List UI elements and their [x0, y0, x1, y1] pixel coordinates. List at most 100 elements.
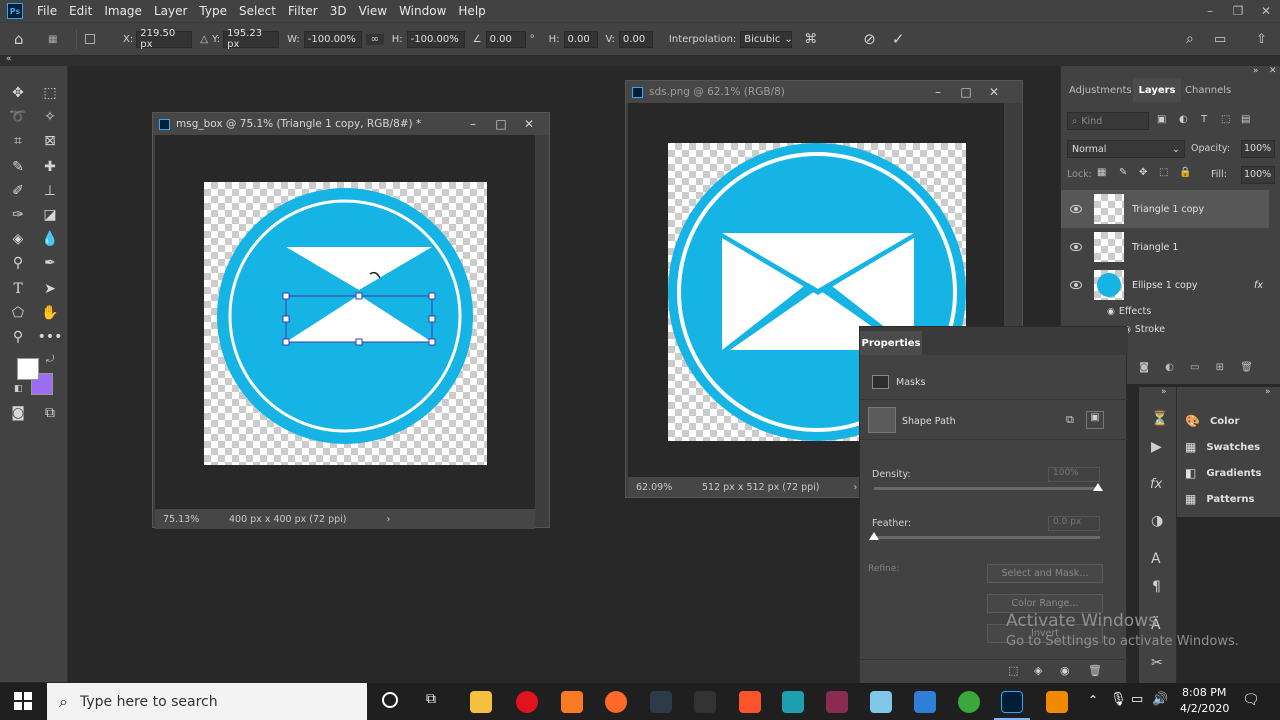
layer-row-triangle-copy[interactable]: Triangle 1 copy [1061, 190, 1269, 228]
new-layer-icon[interactable]: ⊞ [1216, 362, 1224, 373]
hskew-input[interactable]: 0.00 [563, 30, 598, 48]
panel-close-icon[interactable]: ✕ [1269, 66, 1277, 76]
quick-mask-icon[interactable]: ◙ [6, 402, 30, 424]
effects-eye-icon[interactable]: ◉ [1107, 307, 1115, 317]
document-size[interactable]: 400 px x 400 px (72 ppi) [229, 514, 347, 525]
screen-mode-icon[interactable]: ⧉ [38, 402, 62, 424]
menu-type[interactable]: Type [193, 4, 233, 18]
menu-select[interactable]: Select [233, 4, 282, 18]
select-pixel-mask-icon[interactable]: ⧉ [1066, 413, 1074, 427]
pen-tool-icon[interactable]: ✒ [38, 252, 62, 274]
tab-channels[interactable]: Channels [1185, 78, 1231, 102]
properties-title[interactable]: Properties [860, 331, 922, 355]
vskew-input[interactable]: 0.00 [618, 30, 653, 48]
load-selection-icon[interactable]: ⬚ [1008, 664, 1018, 677]
search-icon[interactable]: ⌕ [1186, 31, 1194, 47]
layer-row-triangle[interactable]: Triangle 1 [1061, 228, 1269, 266]
adjust-3d-icon[interactable]: ◑ [1151, 513, 1163, 529]
taskbar-search-box[interactable]: ⌕ Type here to search [47, 683, 367, 720]
opacity-input[interactable]: 100% [1241, 140, 1275, 158]
menu-layer[interactable]: Layer [148, 4, 193, 18]
opera-icon[interactable] [516, 691, 538, 713]
clock-date[interactable]: 4/2/2020 [1180, 702, 1229, 715]
paint-bucket-icon[interactable]: ◈ [6, 228, 30, 250]
add-mask-icon[interactable]: ◙ [1139, 362, 1149, 373]
doc-minimize-icon[interactable]: – [924, 81, 952, 103]
minimize-icon[interactable]: – [1196, 0, 1224, 22]
reference-checkbox[interactable] [85, 34, 95, 44]
cancel-transform-icon[interactable]: ⊘ [863, 30, 876, 48]
actions-play-icon[interactable]: ▶ [1151, 439, 1162, 455]
dodge-tool-icon[interactable]: ⚲ [6, 252, 30, 274]
stroke-row[interactable]: ◉ Stroke [1123, 324, 1165, 335]
app-icon-green[interactable] [958, 691, 980, 713]
firefox-icon[interactable] [605, 691, 627, 713]
layer-name[interactable]: Ellipse 1 copy [1132, 280, 1254, 291]
menu-help[interactable]: Help [452, 4, 491, 18]
menu-window[interactable]: Window [393, 4, 452, 18]
dock-close-icon[interactable]: » [1265, 387, 1271, 397]
tab-adjustments[interactable]: Adjustments [1069, 78, 1132, 102]
vlc-icon[interactable] [1046, 691, 1068, 713]
share-icon[interactable]: ⇧ [1256, 32, 1267, 47]
more-tools-icon[interactable]: ••• [38, 326, 63, 348]
new-adjustment-icon[interactable]: ◐ [1165, 362, 1174, 373]
app-icon-blue[interactable] [914, 691, 936, 713]
speaker-icon[interactable]: 🔊 [1152, 692, 1168, 707]
dock-item-patterns[interactable]: ▦ Patterns [1185, 489, 1255, 509]
commit-transform-icon[interactable]: ✓ [892, 30, 905, 48]
eyedropper-icon[interactable]: ✎ [6, 156, 30, 178]
notifications-icon[interactable]: 🗨 [1242, 692, 1260, 708]
clone-stamp-icon[interactable]: ⊥ [38, 180, 62, 202]
swap-colors-icon[interactable]: ⤾ [46, 354, 54, 365]
filter-pixel-icon[interactable]: ▣ [1157, 114, 1166, 125]
blend-mode-select[interactable]: Normal ⌄ [1067, 140, 1185, 158]
menu-edit[interactable]: Edit [63, 4, 98, 18]
density-slider[interactable] [874, 487, 1100, 490]
file-explorer-icon[interactable] [470, 691, 492, 713]
zoom-level[interactable]: 75.13% [155, 514, 199, 525]
doc-close-icon[interactable]: ✕ [980, 81, 1008, 103]
lock-image-icon[interactable]: ✎ [1119, 167, 1127, 178]
styles-fx-icon[interactable]: fx [1150, 477, 1162, 492]
tools-icon[interactable]: ✂ [1151, 655, 1163, 671]
link-icon[interactable]: ∞ [365, 33, 384, 45]
brush-tool-icon[interactable]: ✐ [6, 180, 30, 202]
crop-tool-icon[interactable]: ⌗ [6, 130, 30, 152]
winrar-icon[interactable] [826, 691, 848, 713]
doc-maximize-icon[interactable]: □ [487, 113, 515, 135]
visibility-eye-icon[interactable] [1070, 243, 1082, 251]
move-tool-icon[interactable]: ✥ [6, 82, 30, 104]
layer-fx-icon[interactable]: fx [1254, 280, 1263, 291]
history-brush-icon[interactable]: ✑ [6, 204, 30, 226]
interpolation-select[interactable]: Bicubic ⌄ [740, 30, 793, 48]
lock-transparent-icon[interactable]: ▦ [1097, 167, 1106, 178]
toggle-mask-eye-icon[interactable]: ◉ [1060, 664, 1070, 677]
clock-time[interactable]: 8:08 PM [1182, 686, 1226, 699]
menu-image[interactable]: Image [98, 4, 148, 18]
blur-tool-icon[interactable]: 💧 [38, 228, 62, 250]
magic-wand-icon[interactable]: ✧ [38, 106, 62, 128]
visibility-eye-icon[interactable] [1070, 205, 1082, 213]
feather-slider-thumb[interactable] [869, 532, 879, 540]
layer-name[interactable]: Triangle 1 [1132, 242, 1178, 253]
canvas-area[interactable] [155, 135, 535, 509]
menu-3d[interactable]: 3D [324, 4, 353, 18]
menu-file[interactable]: File [31, 4, 63, 18]
lock-all-icon[interactable]: 🔒 [1179, 167, 1191, 178]
new-group-icon[interactable]: ▭ [1190, 362, 1199, 373]
document-title-bar[interactable]: msg_box @ 75.1% (Triangle 1 copy, RGB/8#… [153, 113, 549, 135]
status-chevron-icon[interactable]: › [387, 514, 391, 525]
menu-view[interactable]: View [353, 4, 393, 18]
menu-filter[interactable]: Filter [282, 4, 324, 18]
dock-item-color[interactable]: 🎨 Color [1185, 411, 1239, 431]
filter-smart-icon[interactable]: ▤ [1241, 114, 1250, 125]
task-view-icon[interactable]: ⧉ [426, 691, 436, 707]
document-size[interactable]: 512 px x 512 px (72 ppi) [702, 482, 820, 493]
doc-minimize-icon[interactable]: – [459, 113, 487, 135]
hand-tool-icon[interactable]: ✋ [38, 302, 62, 324]
document-title-bar[interactable]: sds.png @ 62.1% (RGB/8) – □ ✕ [626, 81, 1022, 103]
cortana-icon[interactable] [382, 692, 398, 708]
lock-artboard-icon[interactable]: ⬚ [1159, 167, 1168, 178]
app-icon-lightblue[interactable] [870, 691, 892, 713]
